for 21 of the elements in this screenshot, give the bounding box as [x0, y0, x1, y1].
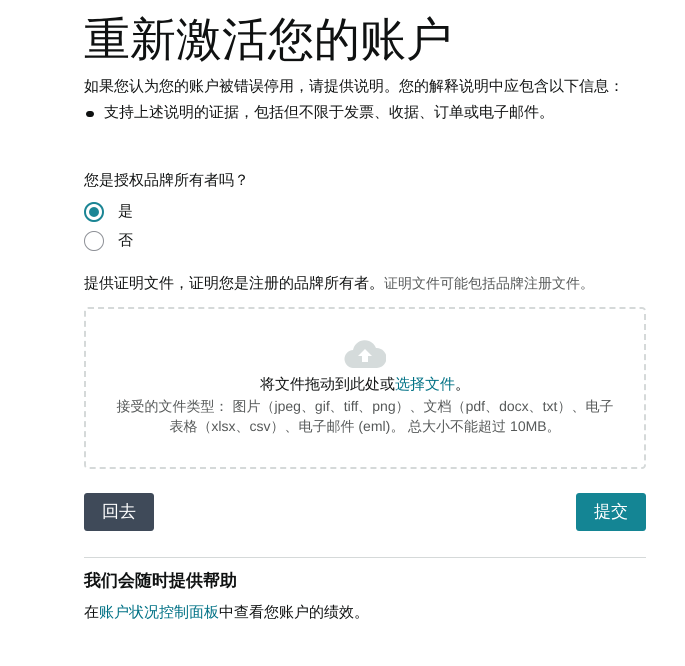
help-text: 在账户状况控制面板中查看您账户的绩效。	[84, 603, 370, 623]
intro-text: 如果您认为您的账户被错误停用，请提供说明。您的解释说明中应包含以下信息：	[84, 77, 625, 97]
option-label: 是	[118, 202, 133, 222]
page-title: 重新激活您的账户	[84, 12, 453, 67]
bullet-text: 支持上述说明的证据，包括但不限于发票、收据、订单或电子邮件。	[104, 103, 554, 123]
bullet-icon	[86, 111, 94, 117]
radio-button[interactable]	[84, 202, 104, 222]
file-dropzone[interactable]: 将文件拖动到此处或选择文件。 接受的文件类型： 图片（jpeg、gif、tiff、png）、文档（pdf、docx、txt）、电子表格（xlsx、csv）、电子邮件 (eml)。 总大小不能超过 10MB。	[84, 307, 646, 469]
proof-text: 提供证明文件，证明您是注册的品牌所有者。	[84, 275, 384, 292]
dashboard-link[interactable]: 账户状况控制面板	[99, 604, 219, 621]
choose-file-link[interactable]: 选择文件	[395, 376, 455, 393]
help-heading: 我们会随时提供帮助	[84, 570, 238, 592]
file-types-note: 接受的文件类型： 图片（jpeg、gif、tiff、png）、文档（pdf、docx、txt）、电子表格（xlsx、csv）、电子邮件 (eml)。 总大小不能超过 10MB。	[116, 397, 614, 436]
radio-button[interactable]	[84, 231, 104, 251]
option-label: 否	[118, 231, 133, 251]
dropzone-text: 将文件拖动到此处或选择文件。	[260, 375, 470, 395]
back-button[interactable]: 回去	[84, 493, 154, 531]
proof-hint: 证明文件可能包括品牌注册文件。	[384, 275, 594, 291]
cloud-upload-icon	[344, 340, 386, 368]
submit-button[interactable]: 提交	[576, 493, 646, 531]
question-label: 您是授权品牌所有者吗？	[84, 171, 250, 191]
